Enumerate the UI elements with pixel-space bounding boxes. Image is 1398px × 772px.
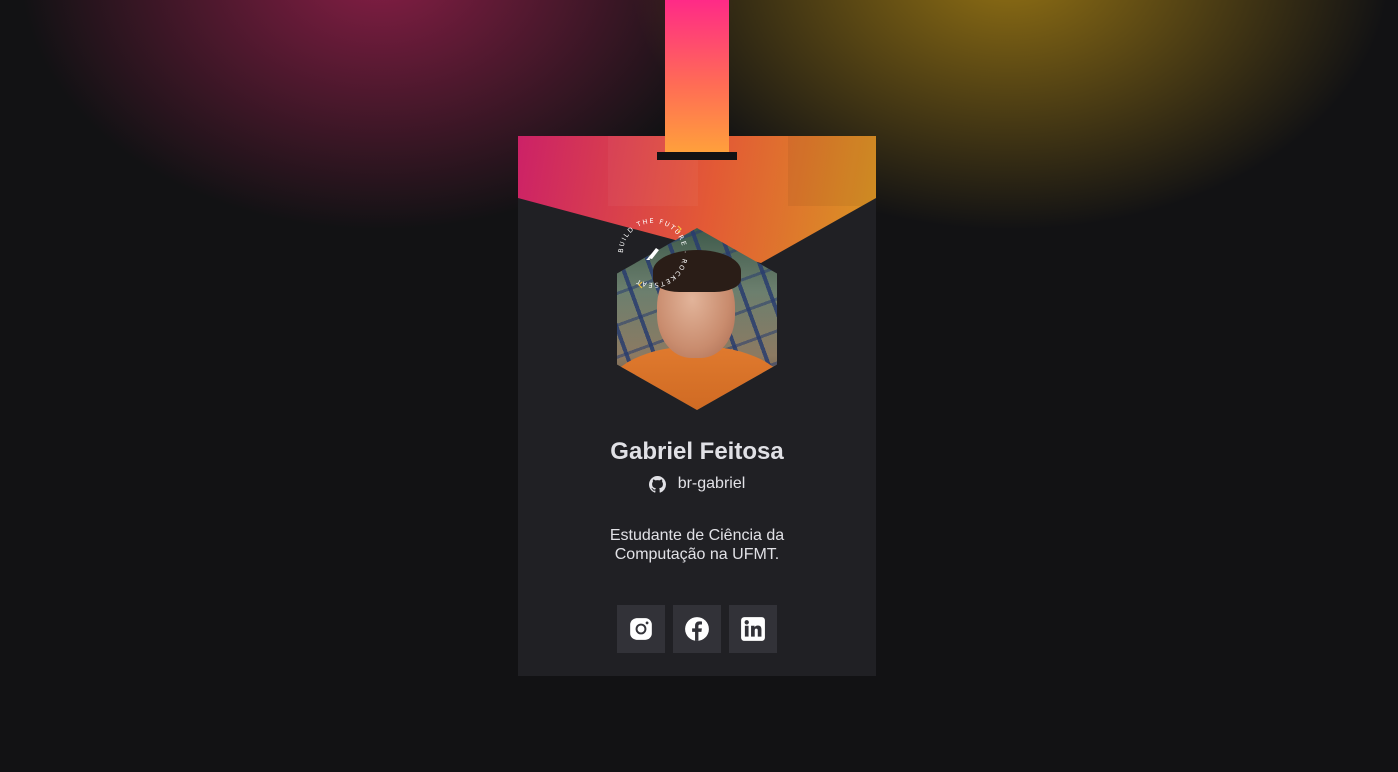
lanyard-clip [657, 152, 737, 160]
instagram-button[interactable] [617, 605, 665, 653]
header-facet [788, 136, 876, 206]
id-badge-card: BUILD THE FUTURE · ROCKETSEAT Gabriel Fe… [518, 136, 876, 676]
facebook-button[interactable] [673, 605, 721, 653]
github-username: br-gabriel [677, 475, 746, 492]
badge-name: Gabriel Feitosa [610, 438, 784, 465]
social-links [617, 605, 777, 653]
lanyard-strap [665, 0, 729, 156]
rocketseat-seal-icon: BUILD THE FUTURE · ROCKETSEAT [617, 217, 688, 289]
instagram-icon [630, 618, 652, 640]
facebook-icon [685, 617, 709, 641]
github-handle[interactable]: br-gabriel [518, 475, 876, 493]
page-background: BUILD THE FUTURE · ROCKETSEAT Gabriel Fe… [0, 0, 1398, 772]
github-icon [648, 475, 666, 493]
linkedin-button[interactable] [729, 605, 777, 653]
badge-bio: Estudante de Ciência da Computação na UF… [609, 527, 785, 563]
linkedin-icon [741, 617, 765, 641]
